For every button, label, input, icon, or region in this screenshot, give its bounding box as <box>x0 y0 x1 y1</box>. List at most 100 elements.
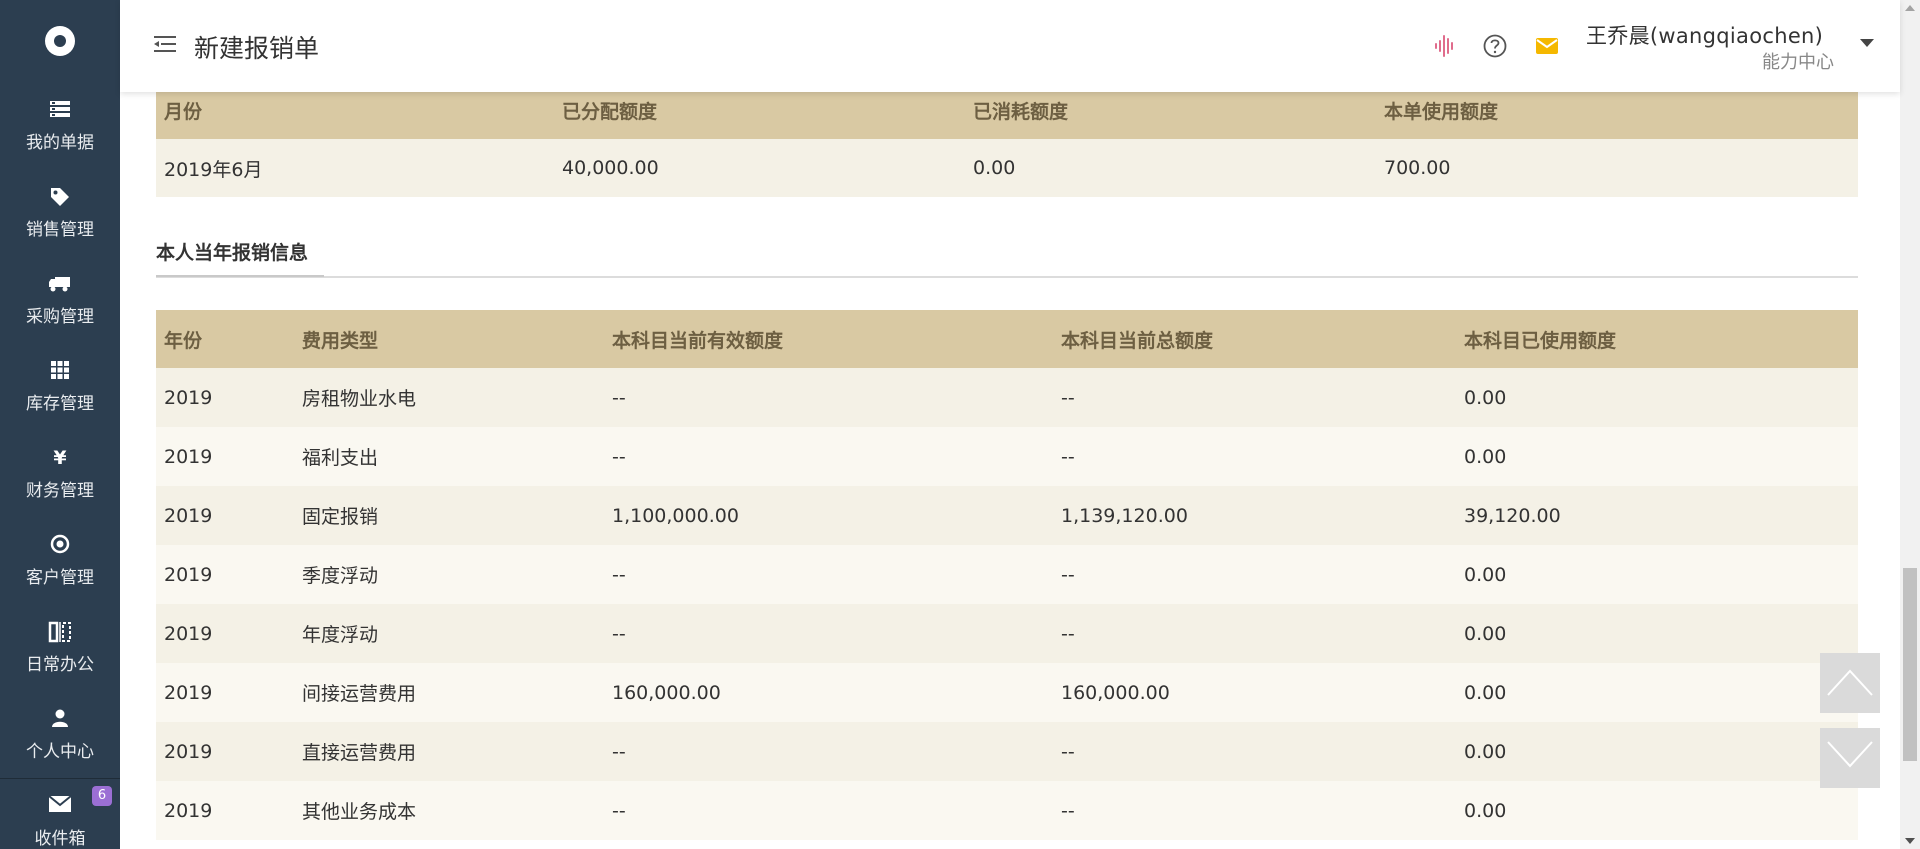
sidebar-item-sales[interactable]: 销售管理 <box>0 169 120 256</box>
sidebar-item-label: 财务管理 <box>26 480 94 501</box>
table-cell: -- <box>604 368 1053 427</box>
table-row: 2019年6月 40,000.00 0.00 700.00 <box>156 139 1858 197</box>
scroll-up-arrow-icon[interactable] <box>1905 5 1915 11</box>
tag-icon <box>49 186 71 210</box>
logo-icon <box>45 26 75 56</box>
sidebar-item-label: 个人中心 <box>26 741 94 762</box>
table-cell: 0.00 <box>1456 427 1858 486</box>
table-cell: 0.00 <box>1456 368 1858 427</box>
column-header: 本科目已使用额度 <box>1456 310 1858 368</box>
column-header: 年份 <box>156 310 294 368</box>
sidebar-divider <box>0 778 120 779</box>
scrollbar-thumb[interactable] <box>1903 568 1917 761</box>
help-icon[interactable] <box>1482 33 1508 59</box>
yen-icon: ¥ <box>53 446 67 469</box>
scroll-to-top-button[interactable] <box>1820 653 1880 713</box>
sidebar-item-label: 库存管理 <box>26 393 94 414</box>
sidebar-item-finance[interactable]: ¥ 财务管理 <box>0 430 120 517</box>
table-cell: 季度浮动 <box>294 545 604 604</box>
table-cell: 160,000.00 <box>1053 663 1456 722</box>
table-cell: 700.00 <box>1376 139 1858 197</box>
table-row: 2019 福利支出 -- -- 0.00 <box>156 427 1858 486</box>
sidebar-item-label: 采购管理 <box>26 306 94 327</box>
table-cell: 160,000.00 <box>604 663 1053 722</box>
table-cell: 间接运营费用 <box>294 663 604 722</box>
menu-toggle-icon[interactable] <box>154 34 176 54</box>
scroll-to-bottom-button[interactable] <box>1820 728 1880 788</box>
sidebar-item-label: 日常办公 <box>26 654 94 675</box>
table-cell: 直接运营费用 <box>294 722 604 781</box>
table-cell: -- <box>604 722 1053 781</box>
table-cell: 0.00 <box>1456 781 1858 840</box>
table-cell: -- <box>1053 604 1456 663</box>
section-divider <box>156 275 1858 278</box>
chevron-up-icon <box>1827 669 1873 696</box>
table-cell: 0.00 <box>1456 722 1858 781</box>
table-cell: 40,000.00 <box>554 139 965 197</box>
sidebar-item-my-documents[interactable]: 我的单据 <box>0 82 120 169</box>
table-row: 2019 季度浮动 -- -- 0.00 <box>156 545 1858 604</box>
columns-icon <box>48 621 72 645</box>
sidebar: 我的单据 销售管理 采购管理 库存管理 ¥ 财务管理 客户管理 日常办公 个人中… <box>0 0 120 849</box>
table-cell: 2019 <box>156 427 294 486</box>
truck-icon <box>48 273 72 297</box>
envelope-icon <box>48 794 72 819</box>
column-header: 费用类型 <box>294 310 604 368</box>
table-cell: 固定报销 <box>294 486 604 545</box>
table-cell: 2019 <box>156 368 294 427</box>
table-cell: 房租物业水电 <box>294 368 604 427</box>
vertical-scrollbar[interactable] <box>1900 0 1920 849</box>
table-cell: 福利支出 <box>294 427 604 486</box>
user-name[interactable]: 王乔晨(wangqiaochen) <box>1586 20 1823 50</box>
table-header-row: 年份 费用类型 本科目当前有效额度 本科目当前总额度 本科目已使用额度 <box>156 310 1858 368</box>
table-cell: 0.00 <box>1456 663 1858 722</box>
table-cell: 2019年6月 <box>156 139 554 197</box>
annual-expense-table: 年份 费用类型 本科目当前有效额度 本科目当前总额度 本科目已使用额度 2019… <box>156 310 1858 840</box>
table-cell: -- <box>1053 368 1456 427</box>
table-cell: -- <box>1053 781 1456 840</box>
page-title: 新建报销单 <box>194 34 320 63</box>
app-logo[interactable] <box>0 0 120 82</box>
table-cell: 0.00 <box>965 139 1376 197</box>
scroll-down-arrow-icon[interactable] <box>1905 838 1915 844</box>
table-row: 2019 间接运营费用 160,000.00 160,000.00 0.00 <box>156 663 1858 722</box>
table-cell: 2019 <box>156 545 294 604</box>
sidebar-item-inbox[interactable]: 收件箱 6 <box>0 778 120 849</box>
table-row: 2019 固定报销 1,100,000.00 1,139,120.00 39,1… <box>156 486 1858 545</box>
list-icon <box>49 99 71 123</box>
table-row: 2019 年度浮动 -- -- 0.00 <box>156 604 1858 663</box>
chevron-down-icon[interactable] <box>1860 39 1874 47</box>
sidebar-item-customers[interactable]: 客户管理 <box>0 517 120 604</box>
table-cell: -- <box>604 781 1053 840</box>
section-title[interactable]: 本人当年报销信息 <box>156 238 308 265</box>
sidebar-nav: 我的单据 销售管理 采购管理 库存管理 ¥ 财务管理 客户管理 日常办公 个人中… <box>0 82 120 849</box>
target-icon <box>50 534 70 558</box>
sidebar-item-purchasing[interactable]: 采购管理 <box>0 256 120 343</box>
sidebar-item-label: 收件箱 <box>34 828 86 849</box>
table-cell: 2019 <box>156 486 294 545</box>
monthly-quota-table: 月份 已分配额度 已消耗额度 本单使用额度 2019年6月 40,000.00 … <box>156 81 1858 197</box>
table-row: 2019 房租物业水电 -- -- 0.00 <box>156 368 1858 427</box>
chevron-down-icon <box>1827 741 1873 768</box>
sidebar-item-personal[interactable]: 个人中心 <box>0 691 120 778</box>
table-cell: 年度浮动 <box>294 604 604 663</box>
table-row: 2019 其他业务成本 -- -- 0.00 <box>156 781 1858 840</box>
unread-count-badge: 6 <box>92 786 112 806</box>
sidebar-item-label: 我的单据 <box>26 132 94 153</box>
table-cell: -- <box>604 427 1053 486</box>
table-cell: -- <box>1053 427 1456 486</box>
table-cell: 1,100,000.00 <box>604 486 1053 545</box>
column-header: 本科目当前总额度 <box>1053 310 1456 368</box>
table-cell: -- <box>604 545 1053 604</box>
table-row: 2019 直接运营费用 -- -- 0.00 <box>156 722 1858 781</box>
table-cell: 39,120.00 <box>1456 486 1858 545</box>
mail-icon[interactable] <box>1534 33 1560 59</box>
audio-wave-icon[interactable] <box>1432 33 1458 59</box>
table-cell: 0.00 <box>1456 545 1858 604</box>
sidebar-item-office[interactable]: 日常办公 <box>0 604 120 691</box>
table-cell: 0.00 <box>1456 604 1858 663</box>
table-cell: 1,139,120.00 <box>1053 486 1456 545</box>
sidebar-item-label: 销售管理 <box>26 219 94 240</box>
table-cell: -- <box>604 604 1053 663</box>
sidebar-item-inventory[interactable]: 库存管理 <box>0 343 120 430</box>
